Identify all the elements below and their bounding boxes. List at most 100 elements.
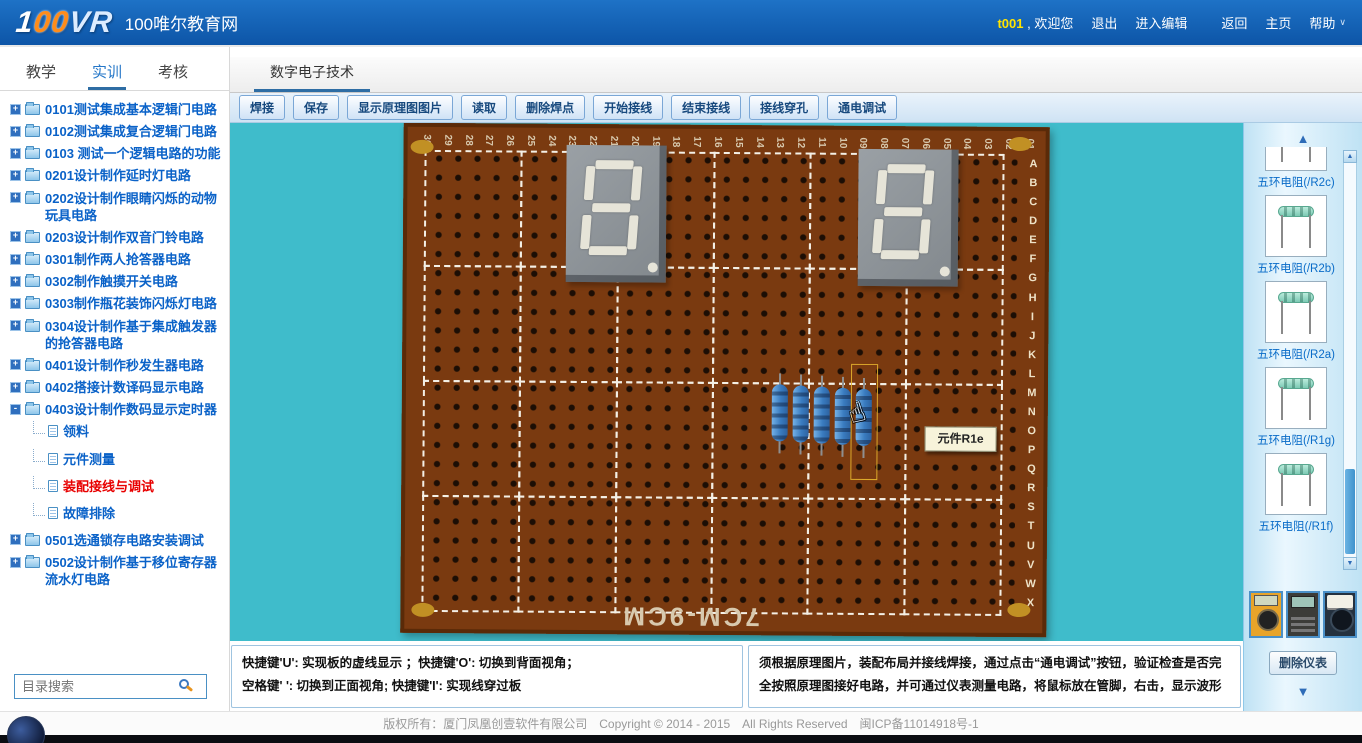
site-logo-icon[interactable]: 100VR <box>14 6 114 40</box>
toolbar-button[interactable]: 接线穿孔 <box>749 95 819 120</box>
panel-scroll-down-icon[interactable]: ▼ <box>1244 685 1362 698</box>
component-label[interactable]: 五环电阻(/R2b) <box>1250 260 1342 276</box>
tree-item[interactable]: 故障排除 <box>28 505 227 522</box>
digital-multimeter-icon[interactable] <box>1249 591 1283 638</box>
sidebar-tab[interactable]: 教学 <box>22 61 60 90</box>
resistor[interactable] <box>792 374 809 454</box>
tree-item-label[interactable]: 0201设计制作延时灯电路 <box>45 167 191 184</box>
seven-segment-display-left[interactable] <box>566 145 667 283</box>
tree-item-label[interactable]: 0102测试集成复合逻辑门电路 <box>45 123 217 140</box>
header-link[interactable]: 进入编辑 <box>1135 13 1187 32</box>
tree-item-label[interactable]: 0401设计制作秒发生器电路 <box>45 357 204 374</box>
tree-item[interactable]: 0102测试集成复合逻辑门电路 <box>10 123 227 140</box>
component-item[interactable]: 五环电阻(/R2a) <box>1250 281 1342 362</box>
expand-icon[interactable] <box>10 298 21 309</box>
expand-icon[interactable] <box>10 104 21 115</box>
tree-item-label[interactable]: 0301制作两人抢答器电路 <box>45 251 191 268</box>
expand-icon[interactable] <box>10 359 21 370</box>
component-label[interactable]: 五环电阻(/R2c) <box>1250 174 1342 190</box>
tree-item[interactable]: 0403设计制作数码显示定时器 <box>10 401 227 418</box>
toolbar-button[interactable]: 保存 <box>293 95 339 120</box>
component-item[interactable]: 五环电阻(/R2b) <box>1250 195 1342 276</box>
expand-icon[interactable] <box>10 320 21 331</box>
tree-item[interactable]: 0402搭接计数译码显示电路 <box>10 379 227 396</box>
component-item[interactable]: 五环电阻(/R1f) <box>1250 453 1342 534</box>
panel-scroll-up-icon[interactable]: ▲ <box>1244 132 1362 145</box>
expand-icon[interactable] <box>10 557 21 568</box>
toolbar-button[interactable]: 显示原理图图片 <box>347 95 453 120</box>
resistor[interactable] <box>771 373 788 453</box>
toolbar-button[interactable]: 结束接线 <box>671 95 741 120</box>
tree-item[interactable]: 装配接线与调试 <box>28 478 227 495</box>
component-thumbnail[interactable] <box>1265 195 1327 257</box>
toolbar-button[interactable]: 删除焊点 <box>515 95 585 120</box>
tree-item-label[interactable]: 0402搭接计数译码显示电路 <box>45 379 204 396</box>
component-thumbnail[interactable] <box>1265 367 1327 429</box>
expand-icon[interactable] <box>10 170 21 181</box>
search-input[interactable] <box>14 674 207 699</box>
header-link[interactable]: 退出 <box>1091 13 1117 32</box>
tree-item-label[interactable]: 装配接线与调试 <box>63 478 154 495</box>
tree-item[interactable]: 0501选通锁存电路安装调试 <box>10 532 227 549</box>
tree-item-label[interactable]: 元件测量 <box>63 451 115 468</box>
tree-item[interactable]: 0201设计制作延时灯电路 <box>10 167 227 184</box>
tree-item[interactable]: 0401设计制作秒发生器电路 <box>10 357 227 374</box>
toolbar-button[interactable]: 焊接 <box>239 95 285 120</box>
tree-item[interactable]: 0303制作瓶花装饰闪烁灯电路 <box>10 295 227 312</box>
tab-digital-electronics[interactable]: 数字电子技术 <box>254 54 370 92</box>
header-link[interactable]: 主页 <box>1265 13 1291 32</box>
chevron-down-icon[interactable]: ∨ <box>1339 17 1346 28</box>
tree-item-label[interactable]: 0303制作瓶花装饰闪烁灯电路 <box>45 295 217 312</box>
tree-item[interactable]: 领料 <box>28 423 227 440</box>
tree-item-label[interactable]: 领料 <box>63 423 89 440</box>
tree-item-label[interactable]: 0302制作触摸开关电路 <box>45 273 178 290</box>
simulation-canvas[interactable]: 3029282726252423222120191817161514131211… <box>230 123 1243 641</box>
tree-item-label[interactable]: 0502设计制作基于移位寄存器流水灯电路 <box>45 554 227 588</box>
header-link[interactable]: 返回 <box>1221 13 1247 32</box>
expand-icon[interactable] <box>10 148 21 159</box>
component-thumbnail[interactable] <box>1265 147 1327 171</box>
tree-item[interactable]: 0101测试集成基本逻辑门电路 <box>10 101 227 118</box>
component-thumbnail[interactable] <box>1265 453 1327 515</box>
scrollbar-thumb[interactable] <box>1345 469 1355 554</box>
lcr-meter-icon[interactable] <box>1286 591 1320 638</box>
tree-item-label[interactable]: 0304设计制作基于集成触发器的抢答器电路 <box>45 318 227 352</box>
expand-icon[interactable] <box>10 192 21 203</box>
tree-item[interactable]: 0203设计制作双音门铃电路 <box>10 229 227 246</box>
resistor[interactable] <box>813 376 830 456</box>
expand-icon[interactable] <box>10 231 21 242</box>
scrollbar-down-icon[interactable]: ▼ <box>1343 557 1357 570</box>
tree-item[interactable]: 0502设计制作基于移位寄存器流水灯电路 <box>10 554 227 588</box>
tree-item[interactable]: 0302制作触摸开关电路 <box>10 273 227 290</box>
expand-icon[interactable] <box>10 276 21 287</box>
tree-item-label[interactable]: 0103 测试一个逻辑电路的功能 <box>45 145 221 162</box>
tree-item-label[interactable]: 0202设计制作眼睛闪烁的动物玩具电路 <box>45 190 227 224</box>
perfboard[interactable]: 3029282726252423222120191817161514131211… <box>400 123 1050 637</box>
tree-item[interactable]: 0103 测试一个逻辑电路的功能 <box>10 145 227 162</box>
sidebar-tab[interactable]: 考核 <box>154 61 192 90</box>
tree-item-label[interactable]: 故障排除 <box>63 505 115 522</box>
delete-instrument-button[interactable]: 删除仪表 <box>1269 651 1337 675</box>
component-item[interactable]: 五环电阻(/R2c) <box>1250 147 1342 190</box>
expand-icon[interactable] <box>10 126 21 137</box>
tree-item[interactable]: 0202设计制作眼睛闪烁的动物玩具电路 <box>10 190 227 224</box>
tree-item-label[interactable]: 0403设计制作数码显示定时器 <box>45 401 217 418</box>
toolbar-button[interactable]: 通电调试 <box>827 95 897 120</box>
expand-icon[interactable] <box>10 404 21 415</box>
expand-icon[interactable] <box>10 534 21 545</box>
analog-multimeter-icon[interactable] <box>1323 591 1357 638</box>
tree-item[interactable]: 0304设计制作基于集成触发器的抢答器电路 <box>10 318 227 352</box>
header-link[interactable]: 帮助 <box>1309 13 1335 32</box>
component-item[interactable]: 五环电阻(/R1g) <box>1250 367 1342 448</box>
component-label[interactable]: 五环电阻(/R1g) <box>1250 432 1342 448</box>
toolbar-button[interactable]: 读取 <box>461 95 507 120</box>
tree-item[interactable]: 0301制作两人抢答器电路 <box>10 251 227 268</box>
component-label[interactable]: 五环电阻(/R1f) <box>1250 518 1342 534</box>
toolbar-button[interactable]: 开始接线 <box>593 95 663 120</box>
expand-icon[interactable] <box>10 254 21 265</box>
tree-item-label[interactable]: 0501选通锁存电路安装调试 <box>45 532 204 549</box>
search-icon[interactable] <box>179 679 189 689</box>
tree-item-label[interactable]: 0101测试集成基本逻辑门电路 <box>45 101 217 118</box>
seven-segment-display-right[interactable] <box>858 149 959 287</box>
component-thumbnail[interactable] <box>1265 281 1327 343</box>
